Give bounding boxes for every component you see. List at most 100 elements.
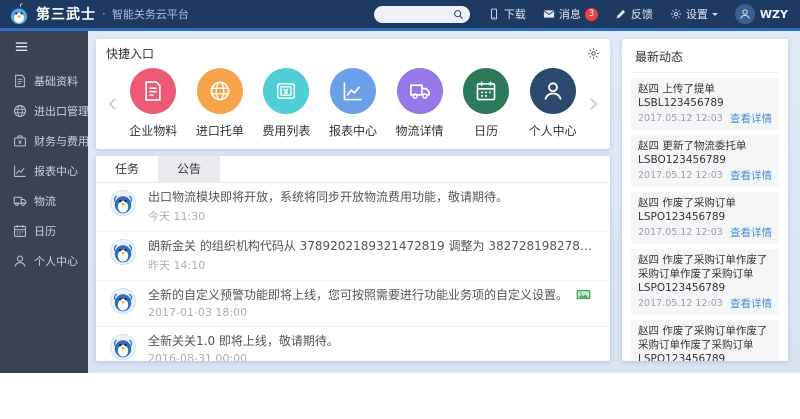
money-icon xyxy=(263,68,309,114)
shortcut-list: 企业物料 进口托单 费用列表 报表中心 物流详情日历个人中心 xyxy=(120,68,586,139)
envelope-icon xyxy=(543,8,555,20)
penguin-avatar xyxy=(110,239,136,265)
quick-shortcut[interactable]: 物流详情 xyxy=(388,68,452,139)
calendar-icon xyxy=(13,224,27,238)
user-icon xyxy=(530,68,576,114)
view-details-link[interactable]: 查看详情 xyxy=(730,168,772,183)
task-time: 昨天 14:10 xyxy=(148,257,596,273)
panel-tab[interactable]: 任务 xyxy=(96,156,158,182)
sidebar-item-label: 报表中心 xyxy=(34,163,78,179)
mascot-logo-icon xyxy=(8,3,30,25)
task-item[interactable]: 全新关关1.0 即将上线，敬请期待。2016-08-31 00:00 xyxy=(96,326,610,361)
chart-icon xyxy=(13,164,27,178)
calendar-icon xyxy=(463,68,509,114)
quick-shortcut[interactable]: 费用列表 xyxy=(254,68,318,139)
activity-list: 赵四 上传了提单LSBL1234567892017.05.12 12:03查看详… xyxy=(631,73,779,361)
penguin-avatar xyxy=(110,334,136,360)
sidebar-item-label: 基础资料 xyxy=(34,73,78,89)
chart-icon xyxy=(330,68,376,114)
view-details-link[interactable]: 查看详情 xyxy=(730,225,772,240)
search-input[interactable] xyxy=(380,9,453,20)
quick-entry-title: 快捷入口 xyxy=(106,45,154,62)
sidebar-item-label: 个人中心 xyxy=(34,253,78,269)
gear-icon xyxy=(670,8,682,20)
user-menu[interactable]: WZY xyxy=(735,4,788,24)
search-box[interactable] xyxy=(374,6,470,23)
header-nav-item[interactable]: 设置 xyxy=(670,6,718,22)
sidebar-item[interactable]: 进出口管理 xyxy=(0,96,88,126)
activity-item: 赵四 上传了提单LSBL1234567892017.05.12 12:03查看详… xyxy=(631,78,779,130)
carousel-prev-chevron-left-icon[interactable] xyxy=(106,95,120,113)
activity-text: 赵四 作废了采购订单LSPO123456789 xyxy=(638,196,772,224)
document-icon xyxy=(13,74,27,88)
sidebar-item[interactable]: 财务与费用 xyxy=(0,126,88,156)
task-list: 出口物流模块即将开放，系统将同步开放物流费用功能，敬请期待。今天 11:30 朗新… xyxy=(96,183,610,361)
task-item[interactable]: 出口物流模块即将开放，系统将同步开放物流费用功能，敬请期待。今天 11:30 xyxy=(96,183,610,231)
tasks-tabbar: 任务公告 xyxy=(96,156,610,183)
quick-shortcut[interactable]: 日历 xyxy=(454,68,518,139)
sidebar-items: 基础资料进出口管理财务与费用报表中心物流日历个人中心 xyxy=(0,66,88,276)
task-item[interactable]: 朗新金关 的组织机构代码从 3789202189321472819 调整为 38… xyxy=(96,231,610,280)
header-nav-label: 反馈 xyxy=(631,6,653,22)
attachment-image-icon[interactable] xyxy=(576,289,591,300)
globe-icon xyxy=(197,68,243,114)
task-time: 今天 11:30 xyxy=(148,208,508,224)
quick-entry-settings-gear-icon[interactable] xyxy=(587,47,600,60)
search-icon[interactable] xyxy=(453,9,464,20)
sidebar-item-label: 进出口管理 xyxy=(34,103,89,119)
sidebar-item[interactable]: 报表中心 xyxy=(0,156,88,186)
main-content: 快捷入口 企业物料 进口托单 费用列表 报表中心 物流详情日历个人中心 任务公告 出口物… xyxy=(88,31,800,373)
header-nav-item[interactable]: 下载 xyxy=(488,6,526,22)
view-details-link[interactable]: 查看详情 xyxy=(730,111,772,126)
sidebar-item[interactable]: 物流 xyxy=(0,186,88,216)
message-count-badge: 3 xyxy=(585,8,598,21)
sidebar-item[interactable]: 基础资料 xyxy=(0,66,88,96)
view-details-link[interactable]: 查看详情 xyxy=(730,296,772,311)
task-item[interactable]: 全新的自定义预警功能即将上线，您可按照需要进行功能业务项的自定义设置。2017-… xyxy=(96,280,610,326)
quick-entry-panel: 快捷入口 企业物料 进口托单 费用列表 报表中心 物流详情日历个人中心 xyxy=(96,39,610,149)
task-text: 全新关关1.0 即将上线，敬请期待。 xyxy=(148,334,339,349)
quick-shortcut[interactable]: 企业物料 xyxy=(121,68,185,139)
shortcut-label: 企业物料 xyxy=(129,122,177,139)
header-nav-item[interactable]: 消息3 xyxy=(543,6,598,22)
header-nav-item[interactable]: 反馈 xyxy=(615,6,653,22)
header-nav-label: 下载 xyxy=(504,6,526,22)
task-text: 出口物流模块即将开放，系统将同步开放物流费用功能，敬请期待。 xyxy=(148,190,508,205)
activity-time: 2017.05.12 12:03 xyxy=(638,170,723,181)
activity-item: 赵四 作废了采购订单LSPO1234567892017.05.12 12:03查… xyxy=(631,192,779,244)
phone-icon xyxy=(488,8,500,20)
sidebar-item-label: 日历 xyxy=(34,223,56,239)
activity-item: 赵四 作废了采购订单作废了采购订单作废了采购订单LSPO123456789201… xyxy=(631,249,779,315)
app-window: 第三武士 · 智能关务云平台 下载 消息3 反馈 设置 WZY 基础资料进出口管理财务… xyxy=(0,0,800,373)
shortcut-label: 报表中心 xyxy=(329,122,377,139)
quick-shortcut[interactable]: 进口托单 xyxy=(188,68,252,139)
brand-name: 第三武士 xyxy=(36,4,96,24)
penguin-avatar xyxy=(110,288,136,314)
activity-text: 赵四 作废了采购订单作废了采购订单作废了采购订单LSPO123456789 xyxy=(638,253,772,295)
top-header: 第三武士 · 智能关务云平台 下载 消息3 反馈 设置 WZY xyxy=(0,0,800,31)
sidebar-item[interactable]: 个人中心 xyxy=(0,246,88,276)
globe-icon xyxy=(13,104,27,118)
brand[interactable]: 第三武士 · 智能关务云平台 xyxy=(8,3,189,25)
activity-panel: 最新动态 赵四 上传了提单LSBL1234567892017.05.12 12:… xyxy=(622,39,788,361)
sidebar-item[interactable]: 日历 xyxy=(0,216,88,246)
user-icon xyxy=(13,254,27,268)
hamburger-menu-icon[interactable] xyxy=(0,31,88,66)
briefcase-icon xyxy=(13,134,27,148)
carousel-next-chevron-right-icon[interactable] xyxy=(586,95,600,113)
header-nav: 下载 消息3 反馈 设置 xyxy=(488,6,718,22)
quick-shortcut[interactable]: 报表中心 xyxy=(321,68,385,139)
brand-subtitle: 智能关务云平台 xyxy=(112,6,189,22)
activity-time: 2017.05.12 12:03 xyxy=(638,113,723,124)
truck-icon xyxy=(13,194,27,208)
activity-text: 赵四 更新了物流委托单LSBO123456789 xyxy=(638,139,772,167)
shortcut-label: 物流详情 xyxy=(396,122,444,139)
quick-shortcut[interactable]: 个人中心 xyxy=(521,68,585,139)
sidebar: 基础资料进出口管理财务与费用报表中心物流日历个人中心 xyxy=(0,31,88,373)
panel-tab[interactable]: 公告 xyxy=(158,156,220,182)
header-nav-label: 设置 xyxy=(686,6,708,22)
shortcut-label: 进口托单 xyxy=(196,122,244,139)
task-text: 朗新金关 的组织机构代码从 3789202189321472819 调整为 38… xyxy=(148,239,596,254)
activity-text: 赵四 作废了采购订单作废了采购订单作废了采购订单LSPO123456789 xyxy=(638,324,772,361)
shortcut-label: 费用列表 xyxy=(262,122,310,139)
